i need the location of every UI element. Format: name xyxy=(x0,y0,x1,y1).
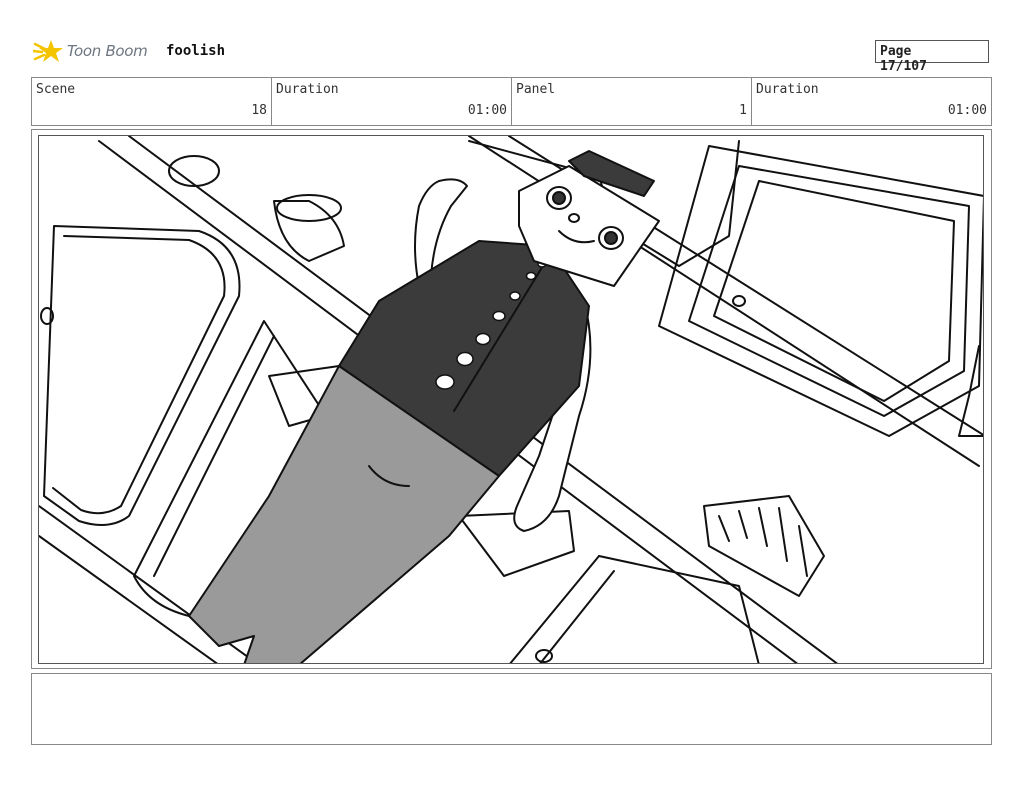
panel-duration-label: Duration xyxy=(756,82,819,97)
page-label: Page xyxy=(880,44,912,59)
page-number: 17/107 xyxy=(880,59,927,74)
scene-duration-label: Duration xyxy=(276,82,339,97)
panel-value: 1 xyxy=(739,103,747,118)
storyboard-drawing xyxy=(38,135,984,664)
panel-notes-box xyxy=(31,673,992,745)
toon-boom-star-icon xyxy=(33,40,63,62)
scene-cell: Scene 18 xyxy=(32,78,272,125)
scene-label: Scene xyxy=(36,82,76,97)
panel-cell: Panel 1 xyxy=(512,78,752,125)
scene-duration-cell: Duration 01:00 xyxy=(272,78,512,125)
scene-duration-value: 01:00 xyxy=(467,103,507,118)
panel-duration-cell: Duration 01:00 xyxy=(752,78,991,125)
logo-text: Toon Boom xyxy=(67,42,148,60)
page-indicator: Page 17/107 xyxy=(875,40,989,74)
panel-duration-value: 01:00 xyxy=(947,103,987,118)
toon-boom-logo: Toon Boom xyxy=(33,36,158,68)
panel-label: Panel xyxy=(516,82,556,97)
scene-value: 18 xyxy=(251,103,267,118)
panel-info-row: Scene 18 Duration 01:00 Panel 1 Duration… xyxy=(31,77,992,126)
project-name: foolish xyxy=(166,43,226,59)
kitchen-sketch-illustration xyxy=(39,136,983,663)
